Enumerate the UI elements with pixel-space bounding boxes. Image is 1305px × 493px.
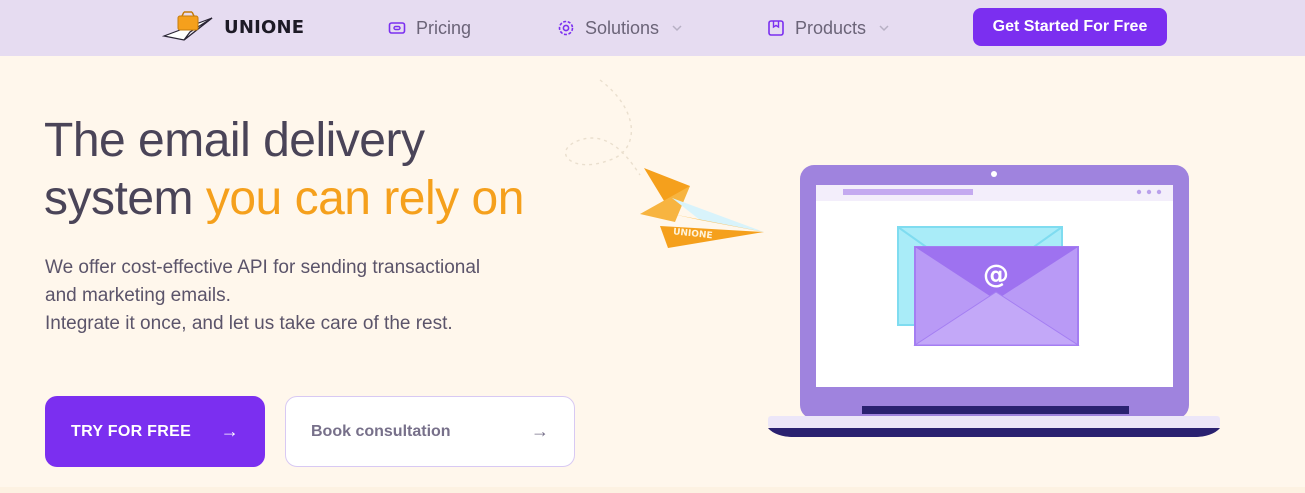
headline-accent: you can rely on: [205, 172, 525, 225]
laptop-base: [768, 416, 1220, 428]
hero-headline: The email delivery system you can rely o…: [44, 112, 604, 228]
nav-item-pricing[interactable]: Pricing: [388, 15, 471, 41]
at-symbol: @: [983, 260, 1009, 290]
book-consultation-label: Book consultation: [311, 422, 451, 440]
wallet-icon: [388, 22, 406, 34]
section-divider: [0, 487, 1305, 493]
subtitle-line2: and marketing emails.: [45, 285, 231, 306]
flight-path: [564, 79, 641, 176]
nav-item-products-label: Products: [795, 17, 867, 38]
camera-dot: [991, 171, 997, 177]
book-consultation-button[interactable]: Book consultation →: [285, 396, 575, 467]
nav-item-solutions-label: Solutions: [585, 17, 660, 38]
envelope-front-icon: @: [913, 246, 1080, 346]
box-icon: [768, 20, 784, 36]
try-for-free-button[interactable]: TRY FOR FREE →: [45, 396, 265, 467]
chevron-down-icon: [672, 25, 682, 32]
arrow-right-icon: →: [220, 421, 239, 441]
subtitle-line1: We offer cost-effective API for sending …: [45, 257, 481, 278]
paper-plane-icon: UNIONE: [640, 168, 764, 248]
laptop-hinge: [862, 406, 1129, 414]
hero-subtitle: We offer cost-effective API for sending …: [45, 254, 605, 338]
subtitle-line3: Integrate it once, and let us take care …: [45, 313, 453, 334]
nav-item-pricing-label: Pricing: [416, 17, 472, 38]
nav-item-products[interactable]: Products: [767, 15, 890, 41]
top-nav: UNIONE Pricing Solutions Products Get St…: [0, 0, 1305, 56]
headline-line2-plain: system: [44, 172, 206, 225]
chevron-down-icon: [879, 25, 889, 32]
laptop: @: [768, 165, 1220, 437]
gear-icon: [558, 20, 574, 36]
address-bar: [843, 189, 973, 195]
nav-item-solutions[interactable]: Solutions: [557, 15, 683, 41]
paper-plane-logo-icon: [162, 11, 213, 41]
logo[interactable]: UNIONE: [162, 10, 304, 44]
headline-line1: The email delivery: [44, 114, 425, 167]
try-for-free-label: TRY FOR FREE: [71, 422, 192, 440]
logo-text: UNIONE: [224, 16, 305, 38]
hero-illustration: UNIONE @: [564, 79, 1220, 437]
get-started-button[interactable]: Get Started For Free: [973, 8, 1167, 46]
